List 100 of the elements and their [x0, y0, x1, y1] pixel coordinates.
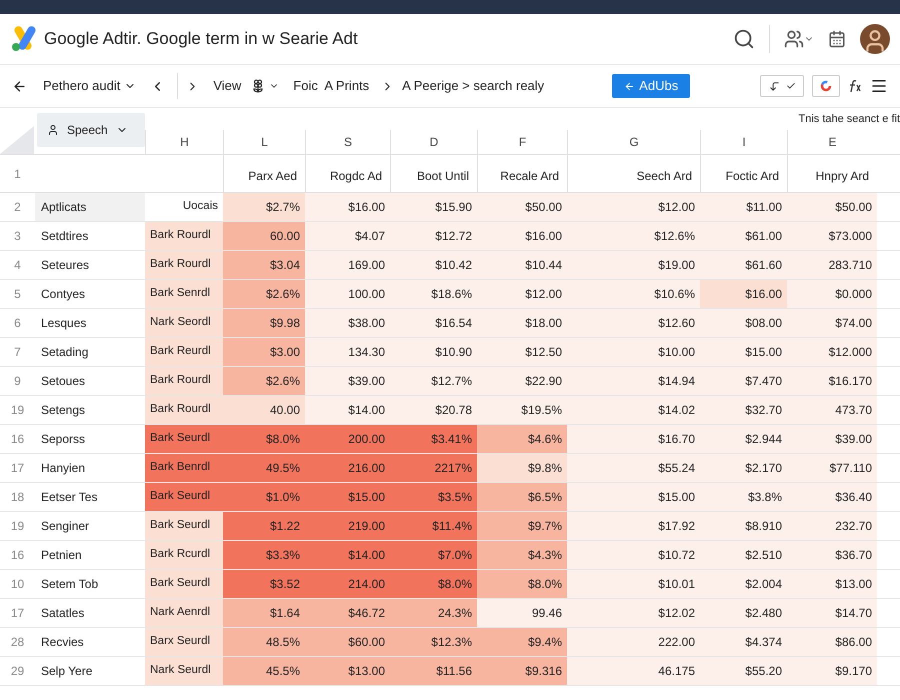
table-cell: $3.52: [223, 570, 305, 598]
table-cell: $9.316: [477, 657, 567, 685]
people-menu[interactable]: [784, 29, 814, 49]
table-cell: $18.6%: [390, 280, 477, 308]
table-cell: 134.30: [305, 338, 390, 366]
table-cell: $12.60: [567, 309, 700, 337]
table-cell: $16.00: [700, 280, 787, 308]
table-cell: 46.175: [567, 657, 700, 685]
column-title: Foctic Ard: [700, 155, 787, 192]
column-header[interactable]: I: [700, 130, 787, 154]
function-icon[interactable]: [848, 79, 862, 93]
table-cell: $39.00: [305, 367, 390, 395]
table-cell: $4.3%: [477, 541, 567, 569]
table-cell: 2217%: [390, 454, 477, 482]
table-cell: 48.5%: [223, 628, 305, 656]
table-cell: $10.44: [477, 251, 567, 279]
table-cell: Bark Rourdl: [145, 251, 223, 279]
view-menu[interactable]: View: [213, 76, 242, 96]
table-cell: $36.40: [787, 483, 877, 511]
table-cell: 60.00: [223, 222, 305, 250]
column-header[interactable]: H: [145, 130, 223, 154]
ads-button[interactable]: AdUbs: [612, 74, 690, 98]
row-header: 3: [13, 228, 22, 245]
color-picker[interactable]: [812, 75, 840, 97]
table-cell: 214.00: [305, 570, 390, 598]
column-title: Recale Ard: [477, 155, 567, 192]
calendar-icon[interactable]: [828, 30, 846, 48]
table-cell: 219.00: [305, 512, 390, 540]
table-cell: $55.20: [700, 657, 787, 685]
table-cell: $2.6%: [223, 280, 305, 308]
name-box-dropdown[interactable]: Speech: [37, 113, 145, 147]
menu-icon[interactable]: [870, 77, 888, 95]
row-header: 17: [10, 460, 26, 477]
row-header: 4: [13, 257, 22, 274]
column-header[interactable]: G: [567, 130, 700, 154]
check-icon: [786, 81, 796, 91]
table-cell: $3.04: [223, 251, 305, 279]
table-cell: $1.64: [223, 599, 305, 627]
search-icon[interactable]: [733, 28, 755, 50]
table-cell: $0.000: [787, 280, 877, 308]
table-cell: $16.54: [390, 309, 477, 337]
table-cell: $3.5%: [390, 483, 477, 511]
table-cell: $10.72: [567, 541, 700, 569]
row-header: 17: [10, 605, 26, 622]
table-cell: $20.78: [390, 396, 477, 424]
table-cell: $22.90: [477, 367, 567, 395]
table-cell: $9.170: [787, 657, 877, 685]
table-cell: 283.710: [787, 251, 877, 279]
flower-menu[interactable]: [251, 79, 280, 93]
table-cell: $14.02: [567, 396, 700, 424]
breadcrumb-link[interactable]: Foic A Prints: [293, 76, 370, 96]
row-header: 2: [13, 199, 22, 216]
avatar[interactable]: [860, 24, 890, 54]
table-cell: 200.00: [305, 425, 390, 453]
table-cell: $6.5%: [477, 483, 567, 511]
table-cell: $17.92: [567, 512, 700, 540]
document-dropdown[interactable]: Pethero audit: [43, 76, 136, 96]
column-header[interactable]: L: [223, 130, 305, 154]
table-cell: $55.24: [567, 454, 700, 482]
column-title: Rogdc Ad: [305, 155, 390, 192]
column-header[interactable]: S: [305, 130, 390, 154]
flower-icon: [251, 79, 266, 93]
table-cell: $10.42: [390, 251, 477, 279]
table-cell: $60.00: [305, 628, 390, 656]
table-cell: $15.00: [567, 483, 700, 511]
table-cell: $74.00: [787, 309, 877, 337]
table-cell: $8.0%: [223, 425, 305, 453]
row-header: 19: [10, 518, 26, 535]
table-cell: 99.46: [477, 599, 567, 627]
table-cell: $38.00: [305, 309, 390, 337]
table-cell: $46.72: [305, 599, 390, 627]
table-cell: $8.0%: [477, 570, 567, 598]
table-cell: Bark Seurdl: [145, 425, 223, 453]
table-cell: $10.00: [567, 338, 700, 366]
table-cell: $3.8%: [700, 483, 787, 511]
table-cell: $2.480: [700, 599, 787, 627]
corner-arrow-icon: [768, 80, 780, 92]
table-cell: $36.70: [787, 541, 877, 569]
table-cell: Bark Benrdl: [145, 454, 223, 482]
table-cell: 24.3%: [390, 599, 477, 627]
table-cell: $12.7%: [390, 367, 477, 395]
table-cell: Bark Seurdl: [145, 570, 223, 598]
column-header[interactable]: D: [390, 130, 477, 154]
column-header[interactable]: E: [787, 130, 877, 154]
table-cell: Nark Aenrdl: [145, 599, 223, 627]
table-cell: $19.00: [567, 251, 700, 279]
person-icon: [47, 124, 59, 136]
sort-control[interactable]: [760, 75, 804, 97]
row-header: 19: [10, 402, 26, 419]
column-title: Hnpry Ard: [787, 155, 877, 192]
column-header[interactable]: F: [477, 130, 567, 154]
column-title: Seech Ard: [567, 155, 700, 192]
table-cell: $12.000: [787, 338, 877, 366]
table-cell: $19.5%: [477, 396, 567, 424]
table-cell: $2.944: [700, 425, 787, 453]
table-cell: $50.00: [787, 193, 877, 221]
note-text: Tnis tahe seanct e fit: [798, 112, 900, 127]
table-cell: $13.00: [305, 657, 390, 685]
table-cell: Bark Seurdl: [145, 483, 223, 511]
breadcrumb-link[interactable]: A Peerige > search realy: [402, 76, 544, 96]
